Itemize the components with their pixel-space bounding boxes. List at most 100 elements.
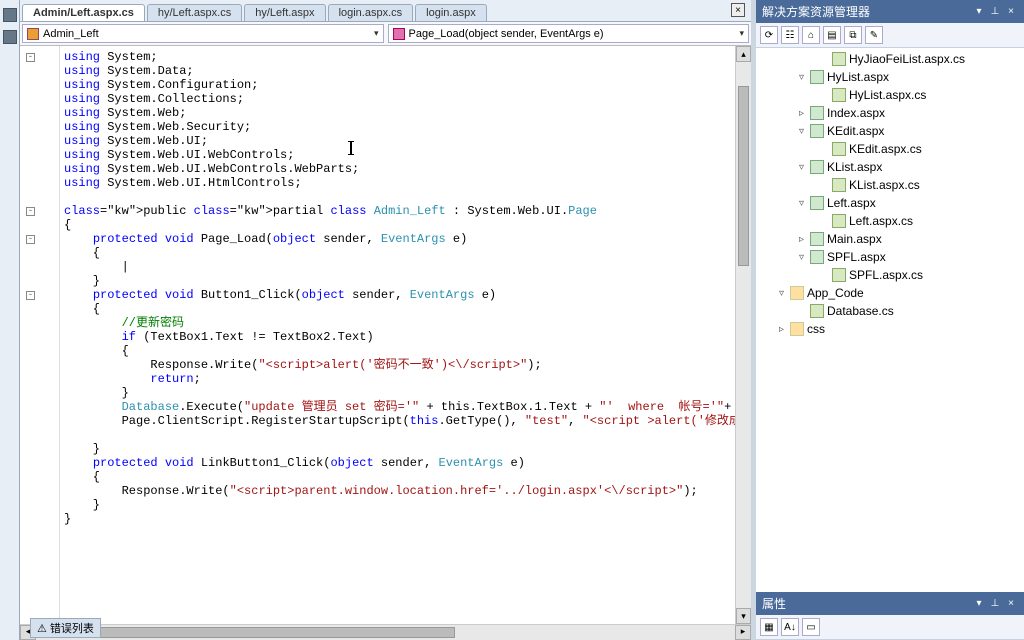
- solution-tree[interactable]: HyJiaoFeiList.aspx.cs ▿ HyList.aspx HyList.…: [756, 48, 1024, 592]
- error-list-tab[interactable]: ⚠ 错误列表: [30, 618, 101, 638]
- error-list-label: 错误列表: [50, 620, 94, 636]
- vertical-scrollbar[interactable]: ▴ ▾: [735, 46, 751, 624]
- expand-toggle[interactable]: ▿: [796, 162, 807, 173]
- cs-file-icon: [832, 142, 846, 156]
- solution-explorer-toolbar: ⟳ ☷ ⌂ ▤ ⧉ ✎: [756, 23, 1024, 48]
- tree-item[interactable]: KEdit.aspx.cs: [756, 140, 1024, 158]
- class-dropdown-label: Admin_Left: [43, 28, 99, 40]
- tree-item-label: HyList.aspx: [827, 70, 889, 84]
- tree-item[interactable]: Database.cs: [756, 302, 1024, 320]
- tree-item-label: HyJiaoFeiList.aspx.cs: [849, 52, 965, 66]
- pin-button[interactable]: ⊥: [988, 5, 1002, 19]
- editor-column: Admin/Left.aspx.cs hy/Left.aspx.cs hy/Le…: [20, 0, 751, 640]
- right-column: 解决方案资源管理器 ▾ ⊥ × ⟳ ☷ ⌂ ▤ ⧉ ✎ HyJiaoFeiLis…: [756, 0, 1024, 640]
- tree-item[interactable]: SPFL.aspx.cs: [756, 266, 1024, 284]
- close-panel-button[interactable]: ×: [1004, 5, 1018, 19]
- tree-item-label: KEdit.aspx: [827, 124, 884, 138]
- tree-item[interactable]: ▿KList.aspx: [756, 158, 1024, 176]
- aspx-file-icon: [810, 160, 824, 174]
- folder-file-icon: [790, 322, 804, 336]
- aspx-file-icon: [810, 250, 824, 264]
- tree-item[interactable]: ▿ App_Code: [756, 284, 1024, 302]
- toolbar-button[interactable]: ⌂: [802, 26, 820, 44]
- method-icon: [393, 28, 405, 40]
- tree-item[interactable]: ▹ Index.aspx: [756, 104, 1024, 122]
- close-panel-button[interactable]: ×: [1004, 597, 1018, 611]
- dropdown-button[interactable]: ▾: [972, 597, 986, 611]
- code-text[interactable]: using System; using System.Data; using S…: [60, 46, 735, 624]
- toolbar-button[interactable]: ▤: [823, 26, 841, 44]
- cs-file-icon: [832, 214, 846, 228]
- solution-explorer-title: 解决方案资源管理器 ▾ ⊥ ×: [756, 0, 1024, 23]
- scroll-right-arrow[interactable]: ▸: [735, 625, 751, 640]
- tree-item-label: Left.aspx.cs: [849, 214, 913, 228]
- chevron-down-icon: ▾: [739, 28, 744, 39]
- tab-login-aspx[interactable]: login.aspx: [415, 4, 487, 21]
- aspx-file-icon: [810, 196, 824, 210]
- folder-file-icon: [790, 286, 804, 300]
- toolbar-button[interactable]: ⧉: [844, 26, 862, 44]
- dropdown-button[interactable]: ▾: [972, 5, 986, 19]
- tree-item[interactable]: ▹ Main.aspx: [756, 230, 1024, 248]
- pin-button[interactable]: ⊥: [988, 597, 1002, 611]
- toolbar-button[interactable]: ⟳: [760, 26, 778, 44]
- tab-admin-left-cs[interactable]: Admin/Left.aspx.cs: [22, 4, 145, 21]
- tree-item[interactable]: ▿ KEdit.aspx: [756, 122, 1024, 140]
- document-tabs: Admin/Left.aspx.cs hy/Left.aspx.cs hy/Le…: [20, 0, 751, 22]
- scroll-up-arrow[interactable]: ▴: [736, 46, 751, 62]
- expand-toggle[interactable]: ▹: [776, 324, 787, 335]
- expand-toggle[interactable]: ▿: [796, 198, 807, 209]
- aspx-file-icon: [810, 124, 824, 138]
- tab-login-cs[interactable]: login.aspx.cs: [328, 4, 414, 21]
- scroll-down-arrow[interactable]: ▾: [736, 608, 751, 624]
- aspx-file-icon: [810, 232, 824, 246]
- expand-toggle[interactable]: ▿: [796, 126, 807, 137]
- class-dropdown[interactable]: Admin_Left ▾: [22, 24, 384, 43]
- tree-item-label: Database.cs: [827, 304, 894, 318]
- member-dropdown-label: Page_Load(object sender, EventArgs e): [409, 28, 604, 40]
- tree-item[interactable]: KList.aspx.cs: [756, 176, 1024, 194]
- scroll-thumb[interactable]: [738, 86, 749, 266]
- tree-item[interactable]: ▹css: [756, 320, 1024, 338]
- tree-item-label: App_Code: [807, 286, 864, 300]
- expand-toggle[interactable]: ▹: [796, 108, 807, 119]
- cs-file-icon: [810, 304, 824, 318]
- expand-toggle[interactable]: ▹: [796, 234, 807, 245]
- class-icon: [27, 28, 39, 40]
- tree-item[interactable]: ▿ HyList.aspx: [756, 68, 1024, 86]
- toolbar-button[interactable]: ✎: [865, 26, 883, 44]
- tab-hy-left-cs[interactable]: hy/Left.aspx.cs: [147, 4, 242, 21]
- toolbar-button[interactable]: ▭: [802, 618, 820, 636]
- expand-toggle[interactable]: ▿: [796, 72, 807, 83]
- tree-item[interactable]: Left.aspx.cs: [756, 212, 1024, 230]
- cs-file-icon: [832, 52, 846, 66]
- tree-item-label: Main.aspx: [827, 232, 882, 246]
- toolbar-button[interactable]: ▦: [760, 618, 778, 636]
- tree-item[interactable]: ▿Left.aspx: [756, 194, 1024, 212]
- horizontal-scrollbar[interactable]: ◂ ▸: [20, 624, 751, 640]
- left-toolstrip: [0, 0, 20, 640]
- tree-item[interactable]: HyJiaoFeiList.aspx.cs: [756, 50, 1024, 68]
- toolbar-button[interactable]: A↓: [781, 618, 799, 636]
- tab-hy-left-aspx[interactable]: hy/Left.aspx: [244, 4, 325, 21]
- scroll-track[interactable]: [36, 625, 735, 640]
- code-editor[interactable]: ---- using System; using System.Data; us…: [20, 46, 751, 624]
- tree-item-label: HyList.aspx.cs: [849, 88, 926, 102]
- aspx-file-icon: [810, 70, 824, 84]
- toolbox-icon[interactable]: [3, 30, 17, 44]
- tree-item-label: Index.aspx: [827, 106, 885, 120]
- tree-item-label: SPFL.aspx.cs: [849, 268, 923, 282]
- nav-dropdown-row: Admin_Left ▾ Page_Load(object sender, Ev…: [20, 22, 751, 46]
- tree-item-label: KList.aspx.cs: [849, 178, 920, 192]
- expand-toggle[interactable]: ▿: [796, 252, 807, 263]
- toolbar-button[interactable]: ☷: [781, 26, 799, 44]
- toolbox-icon[interactable]: [3, 8, 17, 22]
- member-dropdown[interactable]: Page_Load(object sender, EventArgs e) ▾: [388, 24, 750, 43]
- tree-item[interactable]: HyList.aspx.cs: [756, 86, 1024, 104]
- tree-item[interactable]: ▿ SPFL.aspx: [756, 248, 1024, 266]
- tree-item-label: SPFL.aspx: [827, 250, 886, 264]
- close-tab-button[interactable]: ×: [731, 3, 745, 17]
- expand-toggle[interactable]: ▿: [776, 288, 787, 299]
- properties-label: 属性: [762, 595, 786, 612]
- tree-item-label: KEdit.aspx.cs: [849, 142, 922, 156]
